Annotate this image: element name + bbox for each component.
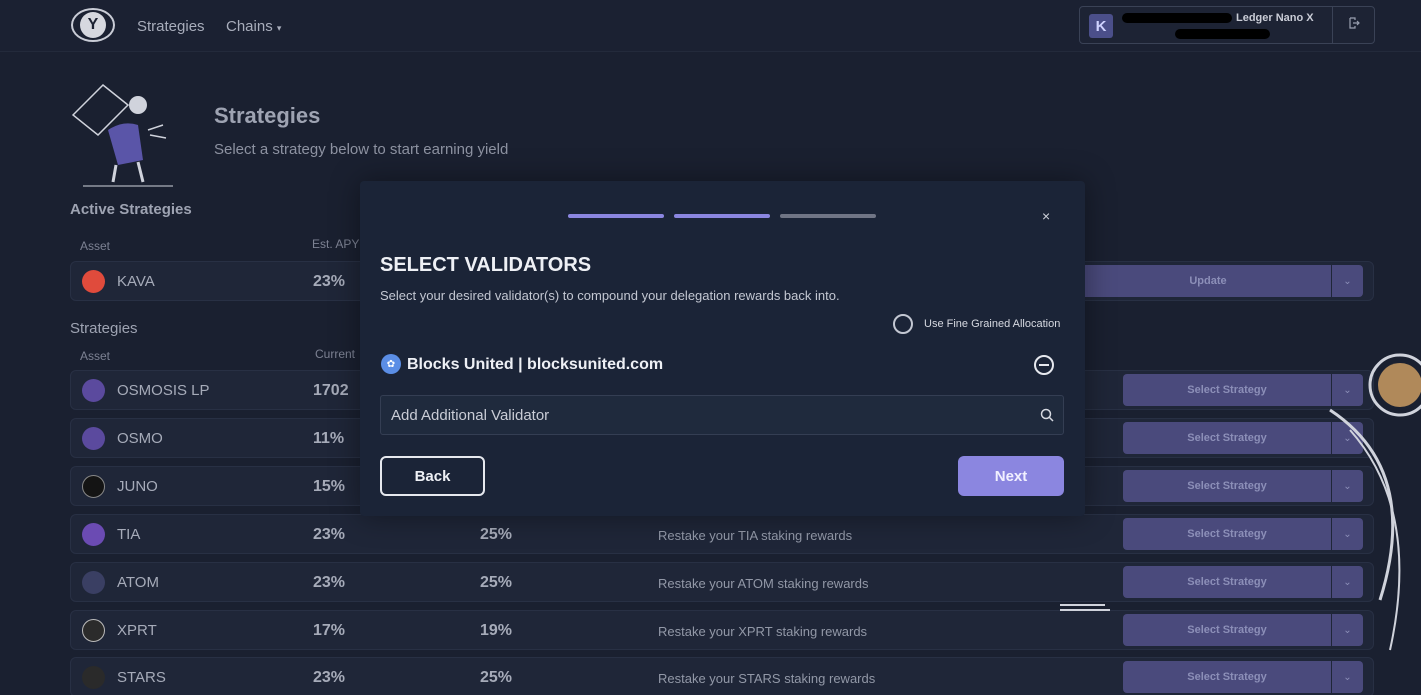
osmo-icon xyxy=(82,427,105,450)
validator-search xyxy=(380,395,1064,435)
validator-name: Blocks United | blocksunited.com xyxy=(407,356,664,373)
stars-icon xyxy=(82,666,105,689)
col-asset: Asset xyxy=(80,349,111,363)
progress-step-1 xyxy=(568,214,664,218)
decorative-art xyxy=(1060,353,1421,651)
wallet-avatar: K xyxy=(1089,14,1113,38)
wallet-divider xyxy=(1332,7,1333,43)
xprt-icon xyxy=(82,619,105,642)
update-button[interactable]: Update xyxy=(1085,265,1331,297)
row-asset: XPRT xyxy=(117,622,157,639)
col-asset-active: Asset xyxy=(80,239,111,253)
progress-step-3 xyxy=(780,214,876,218)
row-description: Restake your XPRT staking rewards xyxy=(658,624,868,639)
remove-validator-icon[interactable] xyxy=(1034,355,1054,375)
row-apy: 11% xyxy=(313,430,345,447)
wallet-name: Ledger Nano X xyxy=(1236,12,1314,24)
progress-step-2 xyxy=(674,214,770,218)
next-button[interactable]: Next xyxy=(958,456,1064,496)
logout-icon[interactable] xyxy=(1348,17,1360,32)
nav-chains-label: Chains xyxy=(226,18,273,35)
active-strategies-title: Active Strategies xyxy=(70,201,192,218)
back-button[interactable]: Back xyxy=(380,456,485,496)
logo[interactable]: Y xyxy=(71,8,115,42)
chevron-down-icon: ▾ xyxy=(276,23,282,33)
row-apy: 15% xyxy=(313,478,346,495)
add-validator-input[interactable] xyxy=(381,396,1021,434)
osmosis-icon xyxy=(82,379,105,402)
row-current: 25% xyxy=(480,574,513,591)
redacted-address-2 xyxy=(1175,29,1270,39)
row-apy: 17% xyxy=(313,622,346,639)
row-apy: 23% xyxy=(313,526,346,543)
row-asset: OSMOSIS LP xyxy=(117,382,210,399)
wallet-box[interactable]: K Ledger Nano X xyxy=(1079,6,1375,44)
fine-grained-label: Use Fine Grained Allocation xyxy=(924,318,1061,330)
logo-mark: Y xyxy=(80,12,106,38)
select-validators-modal: × SELECT VALIDATORS Select your desired … xyxy=(360,181,1085,516)
row-asset: STARS xyxy=(117,669,166,686)
row-asset: TIA xyxy=(117,526,141,543)
validator-icon: ✿ xyxy=(381,354,401,374)
row-description: Restake your TIA staking rewards xyxy=(658,528,853,543)
page-subtitle: Select a strategy below to start earning… xyxy=(214,141,509,158)
nav-strategies[interactable]: Strategies xyxy=(137,18,205,35)
top-header: Y Strategies Chains ▾ K Ledger Nano X xyxy=(0,0,1421,52)
col-apy-active: Est. APY xyxy=(312,237,360,251)
modal-subtitle: Select your desired validator(s) to comp… xyxy=(380,288,840,303)
strategies-title: Strategies xyxy=(70,320,138,337)
row-current: 25% xyxy=(480,526,513,543)
tia-icon xyxy=(82,523,105,546)
row-description: Restake your ATOM staking rewards xyxy=(658,576,869,591)
fine-grained-radio[interactable] xyxy=(893,314,913,334)
nav-chains[interactable]: Chains ▾ xyxy=(226,18,281,35)
row-asset: JUNO xyxy=(117,478,158,495)
page-title: Strategies xyxy=(214,103,321,128)
row-asset: KAVA xyxy=(117,273,155,290)
row-apy: 1702 xyxy=(313,382,349,399)
row-description: Restake your STARS staking rewards xyxy=(658,671,876,686)
juno-icon xyxy=(82,475,105,498)
atom-icon xyxy=(82,571,105,594)
modal-title: SELECT VALIDATORS xyxy=(380,254,592,276)
astronaut-illustration xyxy=(71,83,173,187)
row-current: 25% xyxy=(480,669,513,686)
row-apy: 23% xyxy=(313,273,346,290)
row-apy: 23% xyxy=(313,669,346,686)
row-apy: 23% xyxy=(313,574,346,591)
close-icon[interactable]: × xyxy=(1042,208,1050,224)
chevron-down-icon[interactable]: ⌄ xyxy=(1332,265,1363,297)
row-asset: ATOM xyxy=(117,574,159,591)
redacted-address xyxy=(1122,13,1232,23)
row-current: 19% xyxy=(480,622,513,639)
row-asset: OSMO xyxy=(117,430,163,447)
search-icon[interactable] xyxy=(1039,407,1055,423)
kava-icon xyxy=(82,270,105,293)
col-current: Current xyxy=(315,347,356,361)
